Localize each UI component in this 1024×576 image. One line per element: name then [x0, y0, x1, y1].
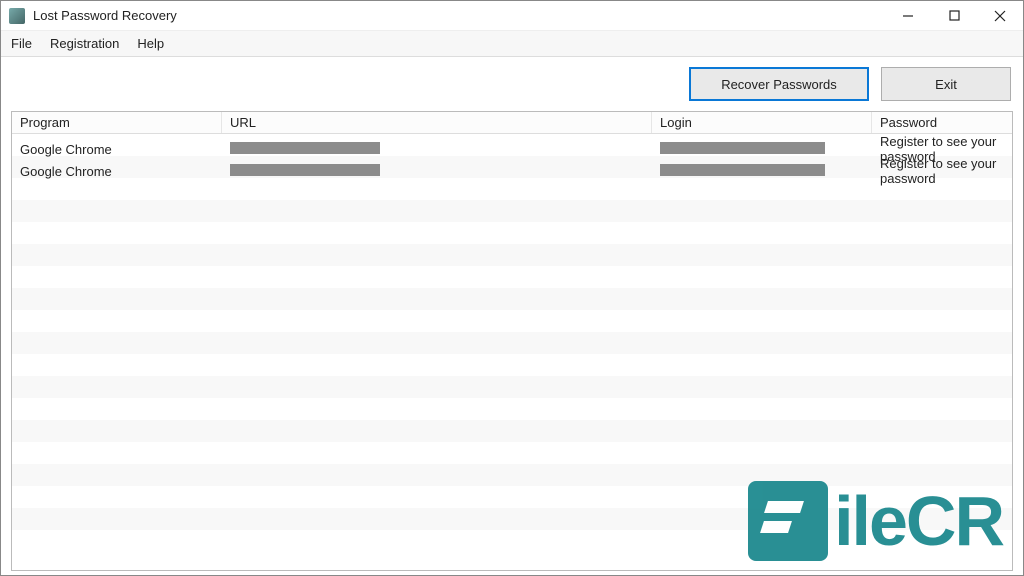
table-row: [12, 354, 1012, 376]
grid-header: Program URL Login Password: [12, 112, 1012, 134]
table-row: [12, 398, 1012, 420]
table-row: [12, 442, 1012, 464]
minimize-button[interactable]: [885, 1, 931, 30]
table-row: [12, 310, 1012, 332]
redacted-bar: [660, 142, 825, 154]
table-row: [12, 222, 1012, 244]
minimize-icon: [902, 10, 914, 22]
table-row: [12, 420, 1012, 442]
cell-url: [222, 142, 652, 157]
watermark-logo: ileCR: [748, 481, 1003, 561]
table-row[interactable]: Google Chrome Register to see your passw…: [12, 156, 1012, 178]
toolbar: Recover Passwords Exit: [1, 57, 1023, 111]
cell-program: Google Chrome: [12, 164, 222, 179]
cell-login: [652, 142, 872, 157]
maximize-icon: [949, 10, 960, 21]
exit-button[interactable]: Exit: [881, 67, 1011, 101]
cell-url: [222, 164, 652, 179]
cell-password: Register to see your password: [872, 156, 1012, 186]
table-row: [12, 288, 1012, 310]
titlebar: Lost Password Recovery: [1, 1, 1023, 31]
close-icon: [994, 10, 1006, 22]
recover-passwords-button[interactable]: Recover Passwords: [689, 67, 869, 101]
redacted-bar: [230, 164, 380, 176]
menubar: File Registration Help: [1, 31, 1023, 57]
menu-help[interactable]: Help: [137, 36, 164, 51]
col-header-login[interactable]: Login: [652, 112, 872, 133]
window-controls: [885, 1, 1023, 30]
watermark-text: ileCR: [834, 490, 1003, 553]
close-button[interactable]: [977, 1, 1023, 30]
col-header-password[interactable]: Password: [872, 112, 1012, 133]
maximize-button[interactable]: [931, 1, 977, 30]
table-row: [12, 200, 1012, 222]
table-row: [12, 178, 1012, 200]
redacted-bar: [660, 164, 825, 176]
grid-body: Google Chrome Register to see your passw…: [12, 134, 1012, 530]
menu-file[interactable]: File: [11, 36, 32, 51]
table-row: [12, 332, 1012, 354]
redacted-bar: [230, 142, 380, 154]
table-row[interactable]: Google Chrome Register to see your passw…: [12, 134, 1012, 156]
col-header-program[interactable]: Program: [12, 112, 222, 133]
app-icon: [9, 8, 25, 24]
menu-registration[interactable]: Registration: [50, 36, 119, 51]
table-row: [12, 266, 1012, 288]
table-row: [12, 244, 1012, 266]
col-header-url[interactable]: URL: [222, 112, 652, 133]
table-row: [12, 376, 1012, 398]
filecr-icon: [748, 481, 828, 561]
cell-login: [652, 164, 872, 179]
window-title: Lost Password Recovery: [33, 8, 177, 23]
cell-program: Google Chrome: [12, 142, 222, 157]
